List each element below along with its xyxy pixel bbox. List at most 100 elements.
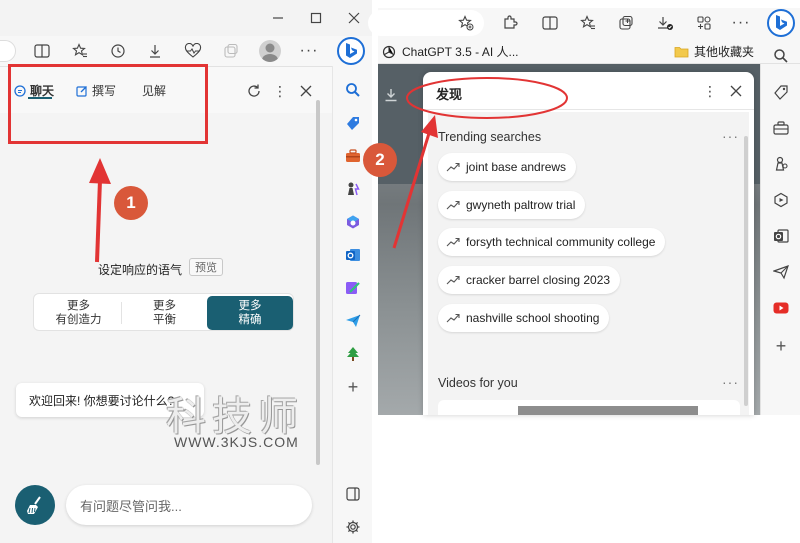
- chat-input[interactable]: 有问题尽管问我...: [66, 485, 312, 525]
- pane-more-button[interactable]: ⋮: [273, 82, 287, 100]
- favorites-bar: ChatGPT 3.5 - AI 人... 其他收藏夹: [378, 38, 800, 64]
- refresh-button[interactable]: [245, 82, 263, 100]
- more-menu-button[interactable]: ···: [298, 41, 320, 61]
- sidebar-games-button[interactable]: [343, 179, 363, 199]
- video-card[interactable]: [438, 400, 740, 415]
- tone-creative-button[interactable]: 更多 有创造力: [36, 296, 121, 330]
- history-icon: [111, 44, 125, 58]
- sidebar-settings-button[interactable]: [343, 517, 363, 537]
- right-sidebar-outlook-button[interactable]: [771, 226, 791, 246]
- profile-avatar[interactable]: [259, 40, 281, 62]
- panel-close-button[interactable]: [727, 82, 745, 100]
- watermark-url: WWW.3KJS.COM: [174, 434, 299, 450]
- new-topic-button[interactable]: [15, 485, 55, 525]
- right-sidebar-m365-button[interactable]: [771, 190, 791, 210]
- right-sidebar-games-button[interactable]: [771, 154, 791, 174]
- trending-chip[interactable]: forsyth technical community college: [438, 228, 666, 256]
- sidebar-send-button[interactable]: [343, 311, 363, 331]
- split-screen-icon: [542, 16, 558, 30]
- right-split-screen-button[interactable]: [540, 13, 560, 33]
- sidebar-designer-button[interactable]: [343, 278, 363, 298]
- extensions-button[interactable]: [500, 13, 520, 33]
- bing-chat-button[interactable]: [337, 37, 365, 65]
- trending-chip-label: joint base andrews: [466, 160, 567, 174]
- sidebar-add-button[interactable]: +: [343, 377, 363, 397]
- trending-chip[interactable]: joint base andrews: [438, 153, 577, 181]
- right-sidebar-add-button[interactable]: +: [771, 336, 791, 356]
- chess-piece-icon: [348, 182, 360, 196]
- sidebar-tree-button[interactable]: [343, 344, 363, 364]
- favorites-button[interactable]: [70, 41, 90, 61]
- trending-chip[interactable]: nashville school shooting: [438, 304, 610, 332]
- right-sidebar-send-button[interactable]: [771, 262, 791, 282]
- history-button[interactable]: [108, 41, 128, 61]
- download-icon: [150, 45, 160, 58]
- toolbox-icon: [346, 149, 360, 162]
- left-sidebar-strip: +: [332, 66, 372, 543]
- close-window-button[interactable]: [344, 8, 364, 28]
- sidebar-m365-button[interactable]: [343, 212, 363, 232]
- sidebar-shopping-button[interactable]: [343, 113, 363, 133]
- tone-precise-line2: 精确: [238, 314, 262, 326]
- pane-scrollbar[interactable]: [316, 100, 320, 465]
- sidebar-outlook-button[interactable]: [343, 245, 363, 265]
- page-download-button[interactable]: [382, 86, 400, 104]
- right-bing-chat-button[interactable]: [767, 9, 795, 37]
- panel-scrollbar[interactable]: [744, 136, 748, 406]
- paper-plane-icon: [773, 265, 789, 280]
- right-sidebar-search-button[interactable]: [771, 46, 791, 66]
- chess-piece-icon: [775, 156, 788, 171]
- add-favorite-button[interactable]: [456, 13, 476, 33]
- tag-icon: [774, 85, 788, 100]
- tone-balanced-line1: 更多: [153, 300, 176, 312]
- maximize-icon: [310, 12, 322, 24]
- right-sidebar-tools-button[interactable]: [771, 118, 791, 138]
- trending-chip[interactable]: cracker barrel closing 2023: [438, 266, 621, 294]
- downloads-button[interactable]: [145, 41, 165, 61]
- tone-precise-button[interactable]: 更多 精确: [207, 296, 293, 330]
- video-thumbnail: [518, 406, 698, 415]
- favorite-other-folder[interactable]: 其他收藏夹: [674, 43, 754, 60]
- right-sidebar-youtube-button[interactable]: [771, 298, 791, 318]
- tone-creative-line1: 更多: [67, 300, 90, 312]
- preview-badge: 预览: [189, 258, 223, 276]
- right-more-menu-button[interactable]: ···: [730, 13, 752, 33]
- maximize-button[interactable]: [306, 8, 326, 28]
- right-collections-button[interactable]: [616, 13, 636, 33]
- left-title-bar: [0, 0, 372, 36]
- more-horizontal-icon: ···: [299, 42, 319, 59]
- panel-toggle-icon: [346, 487, 360, 501]
- collections-button[interactable]: [221, 41, 241, 61]
- right-apps-button[interactable]: [694, 13, 714, 33]
- performance-button[interactable]: [183, 41, 203, 61]
- trending-arrow-icon: [446, 162, 460, 172]
- tone-selector: 更多 有创造力 更多 平衡 更多 精确: [33, 293, 294, 331]
- address-bar-edge[interactable]: [0, 40, 16, 62]
- search-icon: [346, 83, 360, 97]
- heart-pulse-icon: [184, 43, 202, 58]
- trending-chip[interactable]: gwyneth paltrow trial: [438, 191, 586, 219]
- collections-icon: [224, 43, 238, 58]
- sidebar-tools-button[interactable]: [343, 146, 363, 166]
- folder-icon: [674, 47, 689, 58]
- trending-more-button[interactable]: ···: [722, 128, 739, 144]
- search-icon: [774, 49, 788, 63]
- videos-more-button[interactable]: ···: [722, 374, 739, 390]
- plus-icon: +: [775, 336, 787, 356]
- panel-more-button[interactable]: ⋮: [703, 82, 717, 100]
- right-favorites-button[interactable]: [578, 13, 598, 33]
- outlook-icon: [346, 249, 360, 261]
- right-downloads-button[interactable]: [655, 13, 675, 33]
- favorite-chatgpt[interactable]: ChatGPT 3.5 - AI 人...: [382, 43, 519, 60]
- tag-icon: [347, 117, 359, 130]
- sidebar-hide-button[interactable]: [343, 484, 363, 504]
- microsoft365-icon: [347, 215, 359, 229]
- tone-balanced-button[interactable]: 更多 平衡: [122, 296, 207, 330]
- sidebar-search-button[interactable]: [343, 80, 363, 100]
- close-icon: [348, 12, 360, 24]
- right-sidebar-shopping-button[interactable]: [771, 82, 791, 102]
- minimize-button[interactable]: [268, 8, 288, 28]
- pane-close-button[interactable]: [297, 82, 315, 100]
- split-screen-button[interactable]: [32, 41, 52, 61]
- trending-arrow-icon: [446, 237, 460, 247]
